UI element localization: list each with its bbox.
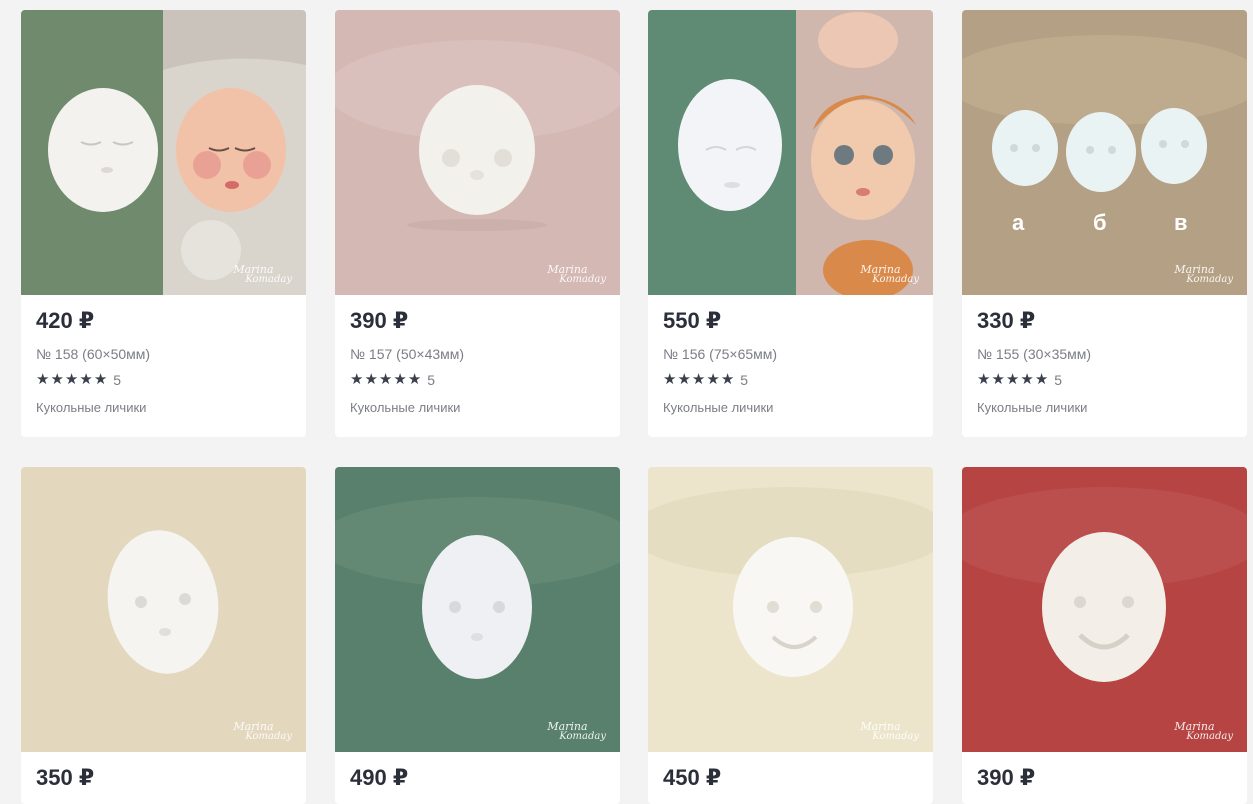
star-icon: ★ — [50, 371, 64, 388]
star-icon: ★ — [393, 371, 407, 388]
product-price: 350 ₽ — [36, 765, 95, 790]
star-icon: ★ — [991, 371, 1005, 388]
product-title[interactable]: № 158 (60×50мм) — [36, 346, 150, 362]
rating-count: 5 — [740, 372, 749, 388]
product-photo[interactable]: Marina Komaday — [648, 10, 933, 295]
product-grid: Marina Komaday 420 ₽ № 158 (60×50мм) ★ ★ ★ ★… — [0, 0, 1253, 804]
product-card[interactable]: а б в Marina Komaday 330 ₽ № 155 (30×35мм… — [962, 10, 1247, 437]
variant-label: а — [1012, 210, 1025, 235]
product-photo[interactable]: Marina Komaday — [335, 10, 620, 295]
product-card[interactable]: Marina Komaday 550 ₽ № 156 (75×65мм) ★ ★ ★ ★… — [648, 10, 933, 437]
variant-label: в — [1174, 210, 1188, 235]
star-icon: ★ — [364, 371, 378, 388]
star-icon: ★ — [706, 371, 720, 388]
product-photo[interactable]: Marina Komaday — [21, 10, 306, 295]
product-photo[interactable]: Marina Komaday — [21, 467, 306, 752]
product-price: 330 ₽ — [977, 308, 1036, 333]
star-icon: ★ — [36, 371, 50, 388]
product-card[interactable]: Marina Komaday 490 ₽ — [335, 467, 620, 804]
product-price: 490 ₽ — [350, 765, 409, 790]
product-price: 450 ₽ — [663, 765, 722, 790]
rating-count: 5 — [113, 372, 122, 388]
product-price: 390 ₽ — [350, 308, 409, 333]
product-card[interactable]: Marina Komaday 350 ₽ — [21, 467, 306, 804]
product-photo[interactable]: Marina Komaday — [648, 467, 933, 752]
product-photo[interactable]: Marina Komaday — [962, 467, 1247, 752]
product-price: 390 ₽ — [977, 765, 1036, 790]
product-rating: ★ ★ ★ ★ ★ 5 — [663, 371, 749, 389]
product-title[interactable]: № 156 (75×65мм) — [663, 346, 777, 362]
product-rating: ★ ★ ★ ★ ★ 5 — [977, 371, 1063, 389]
product-title[interactable]: № 157 (50×43мм) — [350, 346, 464, 362]
star-icon: ★ — [79, 371, 93, 388]
star-icon: ★ — [64, 371, 79, 388]
star-icon: ★ — [1020, 371, 1034, 388]
star-icon: ★ — [677, 371, 691, 388]
rating-count: 5 — [427, 372, 436, 388]
star-icon: ★ — [1005, 371, 1020, 388]
product-photo[interactable]: Marina Komaday — [335, 467, 620, 752]
product-category[interactable]: Кукольные личики — [36, 400, 146, 415]
star-icon: ★ — [350, 371, 364, 388]
star-icon: ★ — [977, 371, 991, 388]
star-icon: ★ — [663, 371, 677, 388]
product-card[interactable]: Marina Komaday 420 ₽ № 158 (60×50мм) ★ ★ ★ ★… — [21, 10, 306, 437]
product-card[interactable]: Marina Komaday 390 ₽ № 157 (50×43мм) ★ ★ ★ ★… — [335, 10, 620, 437]
product-photo[interactable]: а б в Marina Komaday — [962, 10, 1247, 295]
product-category[interactable]: Кукольные личики — [350, 400, 460, 415]
rating-count: 5 — [1054, 372, 1063, 388]
variant-label: б — [1093, 210, 1107, 235]
product-category[interactable]: Кукольные личики — [663, 400, 773, 415]
product-price: 550 ₽ — [663, 308, 722, 333]
star-icon: ★ — [378, 371, 393, 388]
product-card[interactable]: Marina Komaday 450 ₽ — [648, 467, 933, 804]
star-icon: ★ — [691, 371, 706, 388]
product-card[interactable]: Marina Komaday 390 ₽ — [962, 467, 1247, 804]
product-title[interactable]: № 155 (30×35мм) — [977, 346, 1091, 362]
star-icon: ★ — [407, 371, 422, 388]
product-price: 420 ₽ — [36, 308, 95, 333]
star-icon: ★ — [93, 371, 108, 388]
product-rating: ★ ★ ★ ★ ★ 5 — [36, 371, 122, 389]
star-icon: ★ — [720, 371, 735, 388]
product-category[interactable]: Кукольные личики — [977, 400, 1087, 415]
star-icon: ★ — [1034, 371, 1049, 388]
product-rating: ★ ★ ★ ★ ★ 5 — [350, 371, 436, 389]
